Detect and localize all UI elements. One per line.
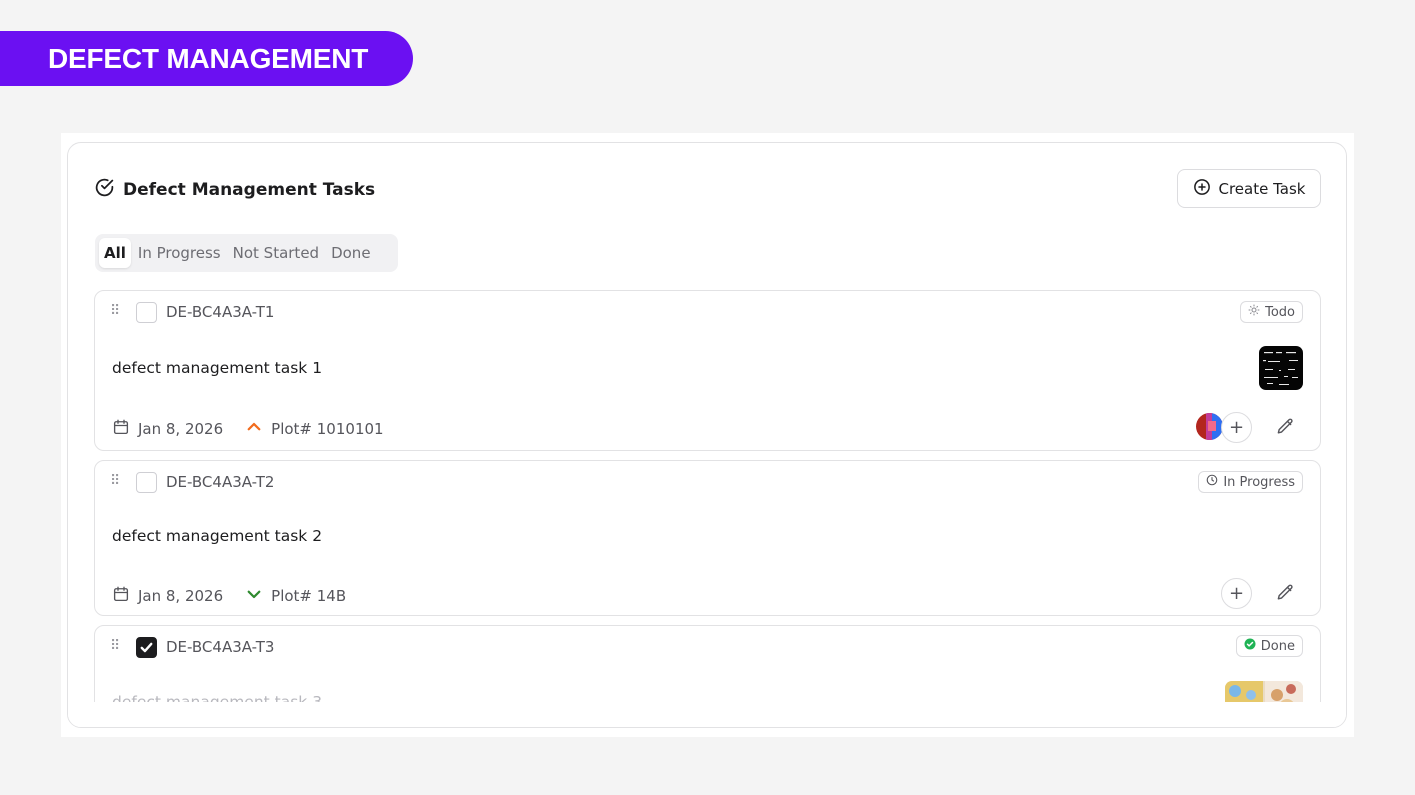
status-label: In Progress	[1223, 474, 1295, 490]
task-plot: Plot# 1010101	[271, 420, 384, 438]
calendar-icon	[112, 585, 130, 607]
app-frame: Defect Management Tasks Create Task All …	[61, 133, 1354, 737]
task-title: defect management task 2	[112, 527, 323, 545]
list-fade	[68, 702, 1346, 727]
calendar-icon	[112, 418, 130, 440]
add-assignee-button[interactable]: +	[1221, 578, 1252, 609]
check-circle-filled-icon	[1244, 638, 1256, 654]
assignee-avatar[interactable]	[1196, 413, 1223, 440]
priority-high-icon	[245, 418, 263, 440]
task-date: Jan 8, 2026	[138, 420, 224, 438]
task-id: DE-BC4A3A-T2	[166, 473, 275, 491]
tab-in-progress[interactable]: In Progress	[133, 238, 226, 268]
status-badge: Todo	[1240, 301, 1303, 323]
task-card[interactable]: ⠿ DE-BC4A3A-T1 Todo defect management ta…	[94, 290, 1321, 451]
status-badge: In Progress	[1198, 471, 1303, 493]
create-task-button[interactable]: Create Task	[1177, 169, 1321, 208]
status-label: Todo	[1265, 304, 1295, 320]
clock-icon	[1206, 474, 1218, 490]
create-task-label: Create Task	[1218, 179, 1306, 198]
page-banner: DEFECT MANAGEMENT	[0, 31, 413, 86]
plus-circle-icon	[1193, 178, 1211, 200]
task-card[interactable]: ⠿ DE-BC4A3A-T2 In Progress defect manage…	[94, 460, 1321, 616]
tab-done[interactable]: Done	[326, 238, 375, 268]
edit-task-button[interactable]	[1274, 417, 1296, 439]
add-assignee-button[interactable]: +	[1221, 412, 1252, 443]
edit-task-button[interactable]	[1274, 583, 1296, 605]
task-image[interactable]	[1259, 346, 1303, 390]
sun-icon	[1248, 304, 1260, 320]
task-meta: Jan 8, 2026 Plot# 14B	[112, 585, 346, 607]
tab-not-started[interactable]: Not Started	[228, 238, 324, 268]
drag-handle-icon[interactable]: ⠿	[110, 638, 120, 654]
drag-handle-icon[interactable]: ⠿	[110, 473, 120, 489]
task-id: DE-BC4A3A-T1	[166, 303, 275, 321]
status-label: Done	[1260, 638, 1295, 654]
priority-low-icon	[245, 585, 263, 607]
checkmark-icon	[140, 642, 153, 653]
task-checkbox[interactable]	[136, 637, 157, 658]
panel-header: Defect Management Tasks	[94, 177, 375, 202]
status-badge: Done	[1235, 635, 1303, 657]
tasks-panel: Defect Management Tasks Create Task All …	[67, 142, 1347, 728]
check-circle-icon	[94, 177, 115, 202]
task-meta: Jan 8, 2026 Plot# 1010101	[112, 418, 384, 440]
panel-title: Defect Management Tasks	[123, 179, 376, 200]
pencil-icon	[1276, 583, 1295, 606]
task-date: Jan 8, 2026	[138, 587, 224, 605]
tab-all[interactable]: All	[99, 238, 131, 268]
task-id: DE-BC4A3A-T3	[166, 638, 275, 656]
task-checkbox[interactable]	[136, 302, 157, 323]
task-plot: Plot# 14B	[271, 587, 347, 605]
drag-handle-icon[interactable]: ⠿	[110, 303, 120, 319]
task-title: defect management task 1	[112, 359, 323, 377]
pencil-icon	[1276, 417, 1295, 440]
task-checkbox[interactable]	[136, 472, 157, 493]
status-filter-tabs: All In Progress Not Started Done	[95, 234, 398, 272]
